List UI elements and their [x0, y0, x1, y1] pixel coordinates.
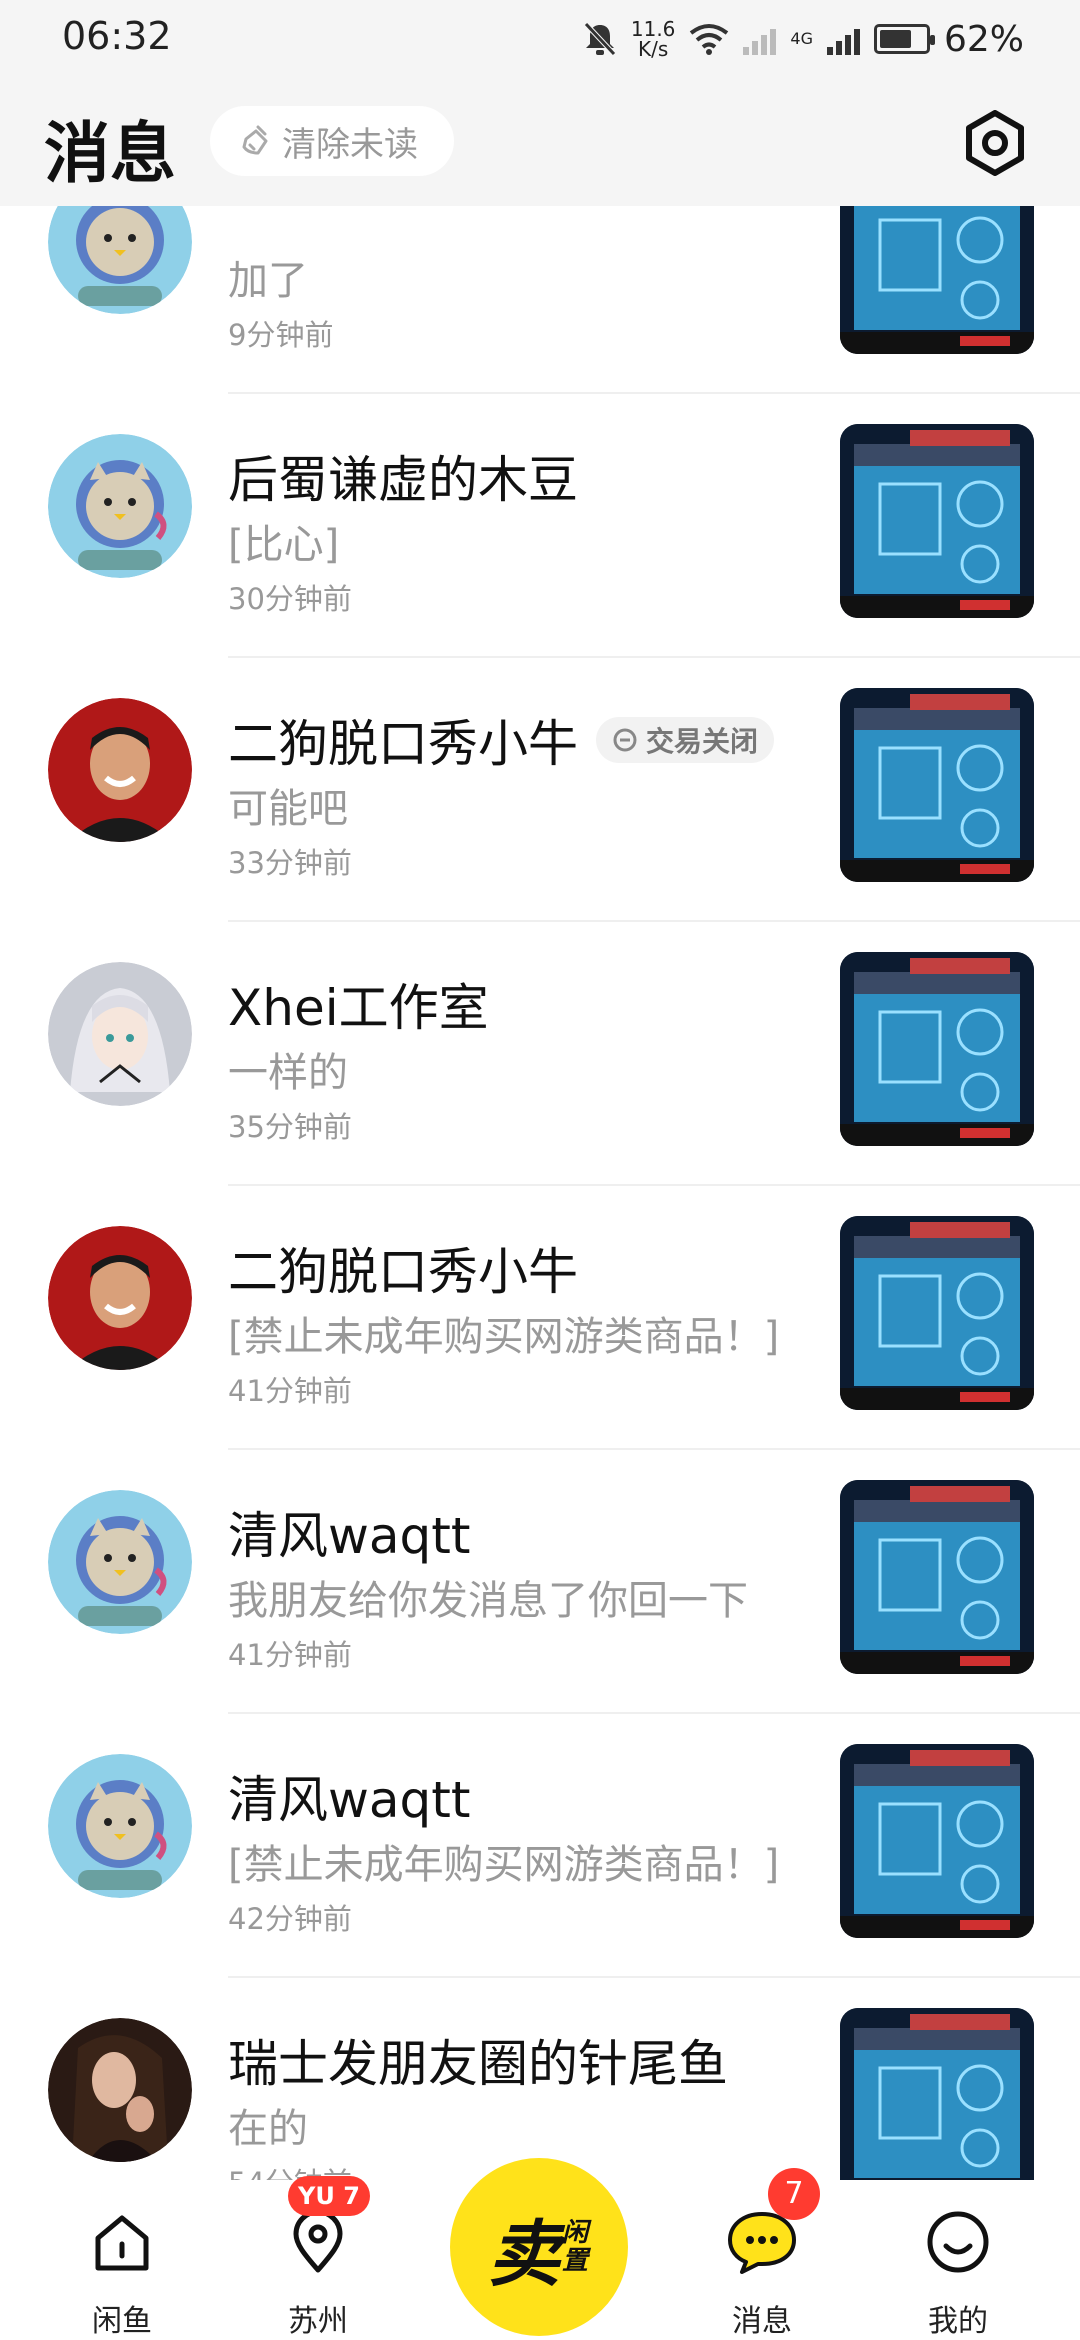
nav-me-label: 我的	[928, 2304, 988, 2339]
contact-name: Xhei工作室	[228, 979, 489, 1037]
message-preview: 可能吧	[228, 786, 348, 832]
city-badge: YU 7	[288, 2176, 370, 2216]
conversation-name: 清风waqtt	[228, 1760, 470, 1832]
status-time: 06:32	[62, 14, 172, 58]
message-time: 30分钟前	[228, 582, 352, 616]
nav-messages-label: 消息	[732, 2304, 792, 2339]
item-thumbnail[interactable]	[840, 206, 1034, 354]
net-speed: 11.6 K/s	[631, 19, 676, 59]
chat-bubble-icon	[728, 2212, 796, 2274]
message-time: 9分钟前	[228, 318, 334, 352]
location-icon	[293, 2210, 343, 2273]
conversation-item[interactable]: 后蜀谦虚的木豆 [比心] 30分钟前	[0, 394, 1080, 658]
conversation-item[interactable]: Xhei工作室 一样的 35分钟前	[0, 922, 1080, 1186]
conversation-name: 二狗脱口秀小牛 交易关闭	[228, 704, 775, 776]
messages-badge: 7	[768, 2168, 820, 2220]
signal-icon-sim1	[743, 23, 777, 55]
nav-me[interactable]: 我的	[878, 2180, 1038, 2340]
smile-face-icon	[927, 2211, 989, 2273]
item-thumbnail[interactable]	[840, 952, 1034, 1146]
deal-closed-badge: 交易关闭	[596, 717, 775, 763]
message-time: 35分钟前	[228, 1110, 352, 1144]
network-type: 4G	[790, 29, 813, 48]
badge-label: 交易关闭	[646, 725, 759, 758]
gear-icon[interactable]	[962, 110, 1028, 176]
avatar[interactable]	[48, 698, 192, 842]
conversation-name: Xhei工作室	[228, 968, 489, 1040]
battery-percent: 62%	[943, 18, 1024, 60]
item-thumbnail[interactable]	[840, 1216, 1034, 1410]
page-title: 消息	[44, 115, 176, 192]
contact-name: 瑞士发朋友圈的针尾鱼	[228, 2035, 728, 2093]
net-speed-unit: K/s	[638, 37, 669, 61]
avatar[interactable]	[48, 2018, 192, 2162]
item-thumbnail[interactable]	[840, 424, 1034, 618]
bell-off-icon	[584, 22, 616, 56]
nav-city-label: 苏州	[288, 2304, 348, 2339]
nav-city[interactable]: YU 7 苏州	[238, 2176, 398, 2340]
nav-home-label: 闲鱼	[92, 2304, 152, 2339]
avatar[interactable]	[48, 206, 192, 314]
item-thumbnail[interactable]	[840, 1744, 1034, 1938]
page-header: 消息 清除未读	[0, 80, 1080, 206]
message-preview: [禁止未成年购买网游类商品！]	[228, 1842, 780, 1888]
conversation-name: 二狗脱口秀小牛	[228, 1232, 578, 1304]
avatar[interactable]	[48, 1226, 192, 1370]
conversation-name: 后蜀谦虚的木豆	[228, 440, 578, 512]
avatar[interactable]	[48, 1754, 192, 1898]
battery-icon	[873, 24, 935, 54]
item-thumbnail[interactable]	[840, 2008, 1034, 2192]
status-bar: 06:32 11.6 K/s 4G 62%	[0, 0, 1080, 80]
message-preview: 一样的	[228, 1050, 348, 1096]
message-preview: 我朋友给你发消息了你回一下	[228, 1578, 748, 1624]
conversation-item[interactable]: 二狗脱口秀小牛 [禁止未成年购买网游类商品！] 41分钟前	[0, 1186, 1080, 1450]
clear-unread-button[interactable]: 清除未读	[210, 106, 454, 176]
status-icons: 11.6 K/s 4G 62%	[583, 14, 1024, 64]
contact-name: 二狗脱口秀小牛	[228, 1243, 578, 1301]
wifi-icon	[690, 24, 729, 55]
message-preview: 加了	[228, 258, 308, 304]
conversation-list[interactable]: 加了 9分钟前 后蜀谦虚的木豆 [比心] 30分钟前 二狗脱口秀小牛 交易关闭	[0, 206, 1080, 2192]
item-thumbnail[interactable]	[840, 1480, 1034, 1674]
sell-button[interactable]: 卖 闲置	[450, 2158, 628, 2336]
message-time: 41分钟前	[228, 1638, 352, 1672]
nav-home[interactable]: 闲鱼	[42, 2180, 202, 2340]
message-preview: [禁止未成年购买网游类商品！]	[228, 1314, 780, 1360]
avatar[interactable]	[48, 1490, 192, 1634]
message-preview: [比心]	[228, 522, 340, 568]
contact-name: 后蜀谦虚的木豆	[228, 451, 578, 509]
avatar[interactable]	[48, 434, 192, 578]
bottom-nav: 闲鱼 YU 7 苏州 卖 闲置 7 消息 我的	[0, 2158, 1080, 2340]
clear-unread-label: 清除未读	[282, 124, 418, 165]
conversation-item[interactable]: 清风waqtt [禁止未成年购买网游类商品！] 42分钟前	[0, 1714, 1080, 1978]
conversation-item[interactable]: 二狗脱口秀小牛 交易关闭 可能吧 33分钟前	[0, 658, 1080, 922]
message-preview: 在的	[228, 2106, 308, 2152]
contact-name: 清风waqtt	[228, 1771, 471, 1829]
message-time: 33分钟前	[228, 846, 352, 880]
contact-name: 二狗脱口秀小牛	[228, 715, 578, 773]
message-time: 41分钟前	[228, 1374, 352, 1408]
conversation-name: 清风waqtt	[228, 1496, 470, 1568]
sell-sub-label: 闲置	[562, 2218, 589, 2276]
conversation-item[interactable]: 加了 9分钟前	[0, 206, 1080, 394]
minus-circle-icon	[613, 728, 637, 752]
item-thumbnail[interactable]	[840, 688, 1034, 882]
sell-main-label: 卖	[487, 2211, 560, 2296]
message-time: 42分钟前	[228, 1902, 352, 1936]
conversation-name: 瑞士发朋友圈的针尾鱼	[228, 2024, 728, 2096]
avatar[interactable]	[48, 962, 192, 1106]
contact-name: 清风waqtt	[228, 1507, 471, 1565]
signal-icon-sim2	[826, 23, 860, 55]
nav-messages[interactable]: 7 消息	[682, 2168, 842, 2340]
conversation-item[interactable]: 清风waqtt 我朋友给你发消息了你回一下 41分钟前	[0, 1450, 1080, 1714]
home-icon	[95, 2215, 149, 2271]
broom-icon	[242, 125, 268, 155]
net-speed-value: 11.6	[630, 17, 676, 41]
